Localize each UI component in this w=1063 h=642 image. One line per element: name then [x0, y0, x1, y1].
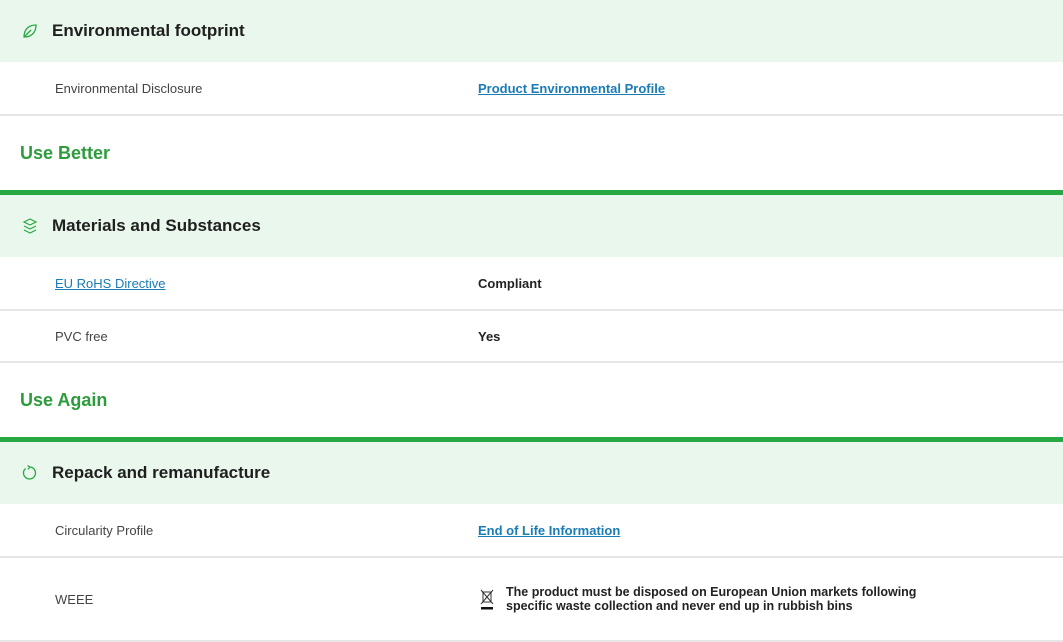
table-row: EU RoHS Directive Compliant — [0, 257, 1063, 311]
row-label: WEEE — [55, 591, 94, 607]
row-label: PVC free — [55, 328, 108, 344]
section-header-environmental-footprint: Environmental footprint — [0, 0, 1063, 62]
refresh-icon — [20, 463, 40, 483]
section-title: Environmental footprint — [52, 21, 245, 40]
eu-rohs-directive-link[interactable]: EU RoHS Directive — [55, 276, 166, 291]
group-title-use-better: Use Better — [20, 142, 111, 163]
row-label: EU RoHS Directive — [0, 276, 478, 291]
crossed-bin-icon — [478, 588, 496, 610]
section-title: Repack and remanufacture — [52, 463, 271, 482]
table-row: Circularity Profile End of Life Informat… — [0, 504, 1063, 558]
row-value: Yes — [478, 328, 501, 344]
table-row: WEEE The product must be disposed on Eur… — [0, 558, 1063, 642]
group-title-use-again: Use Again — [20, 389, 108, 410]
row-value: Compliant — [478, 275, 542, 291]
layers-icon — [20, 216, 40, 236]
section-header-materials: Materials and Substances — [0, 195, 1063, 257]
weee-disposal-text: The product must be disposed on European… — [506, 585, 917, 613]
product-environmental-profile-link[interactable]: Product Environmental Profile — [478, 81, 665, 96]
row-label: Circularity Profile — [55, 522, 154, 538]
section-title: Materials and Substances — [52, 216, 261, 235]
table-row: PVC free Yes — [0, 311, 1063, 363]
end-of-life-information-link[interactable]: End of Life Information — [478, 523, 620, 538]
row-label: Environmental Disclosure — [55, 80, 203, 96]
leaf-icon — [20, 21, 40, 41]
section-header-repack: Repack and remanufacture — [0, 442, 1063, 504]
table-row: Environmental Disclosure Product Environ… — [0, 62, 1063, 116]
row-value: The product must be disposed on European… — [478, 585, 946, 613]
